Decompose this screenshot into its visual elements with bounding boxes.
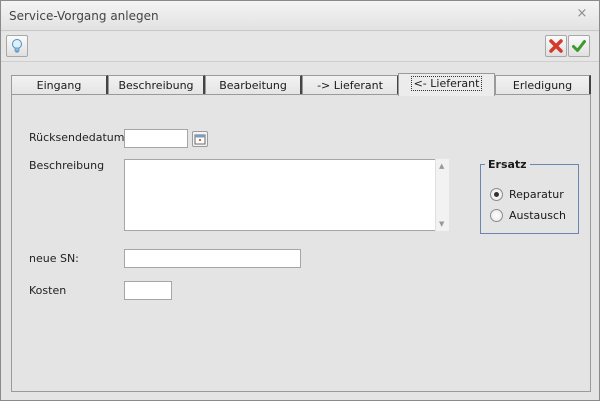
- radio-austausch-label: Austausch: [509, 209, 567, 222]
- ok-button[interactable]: [568, 35, 590, 57]
- dialog-window: Service-Vorgang anlegen × Eingang Beschr…: [0, 0, 600, 401]
- beschreibung-label: Beschreibung: [29, 159, 105, 172]
- red-x-icon: [549, 39, 563, 53]
- tab-von-lieferant[interactable]: <- Lieferant: [398, 73, 495, 96]
- tab-label: <- Lieferant: [410, 76, 483, 91]
- green-check-icon: [572, 40, 586, 52]
- ruecksendedatum-input[interactable]: [124, 129, 188, 148]
- title-bar: Service-Vorgang anlegen ×: [1, 1, 599, 31]
- close-icon[interactable]: ×: [575, 7, 589, 21]
- tab-an-lieferant[interactable]: -> Lieferant: [302, 75, 399, 95]
- ruecksendedatum-label: Rücksendedatum: [29, 131, 125, 144]
- calendar-button[interactable]: [192, 131, 208, 147]
- neue-sn-input[interactable]: [124, 249, 301, 268]
- kosten-label: Kosten: [29, 284, 67, 297]
- radio-reparatur-label: Reparatur: [509, 188, 564, 201]
- beschreibung-textarea[interactable]: [124, 159, 449, 231]
- calendar-icon: [194, 134, 206, 145]
- window-title: Service-Vorgang anlegen: [9, 9, 159, 23]
- textarea-scrollbar[interactable]: ▲ ▼: [435, 159, 449, 231]
- lightbulb-icon: [12, 39, 22, 53]
- ersatz-legend: Ersatz: [488, 158, 527, 171]
- tab-strip: Eingang Beschreibung Bearbeitung -> Lief…: [11, 73, 591, 96]
- tab-erledigung[interactable]: Erledigung: [495, 75, 591, 95]
- tab-panel: Rücksendedatum Beschreibung ▲ ▼ neue SN:…: [11, 94, 591, 392]
- tab-label: Eingang: [36, 79, 82, 92]
- tab-bearbeitung[interactable]: Bearbeitung: [205, 75, 302, 95]
- neue-sn-label: neue SN:: [29, 252, 79, 265]
- tab-label: Beschreibung: [118, 79, 194, 92]
- toolbar: [1, 32, 599, 62]
- tab-eingang[interactable]: Eingang: [11, 75, 108, 95]
- scroll-up-icon[interactable]: ▲: [439, 162, 444, 170]
- tab-label: Erledigung: [512, 79, 573, 92]
- beschreibung-box: ▲ ▼: [124, 159, 449, 231]
- radio-reparatur-indicator[interactable]: [490, 188, 503, 201]
- scroll-down-icon[interactable]: ▼: [439, 220, 444, 228]
- ersatz-group: Ersatz Reparatur Austausch: [480, 158, 579, 234]
- cancel-button[interactable]: [545, 35, 567, 57]
- tab-label: Bearbeitung: [219, 79, 287, 92]
- tab-label: -> Lieferant: [317, 79, 383, 92]
- radio-austausch-indicator[interactable]: [490, 209, 503, 222]
- kosten-input[interactable]: [124, 281, 172, 300]
- info-button[interactable]: [6, 35, 28, 57]
- tab-beschreibung[interactable]: Beschreibung: [108, 75, 205, 95]
